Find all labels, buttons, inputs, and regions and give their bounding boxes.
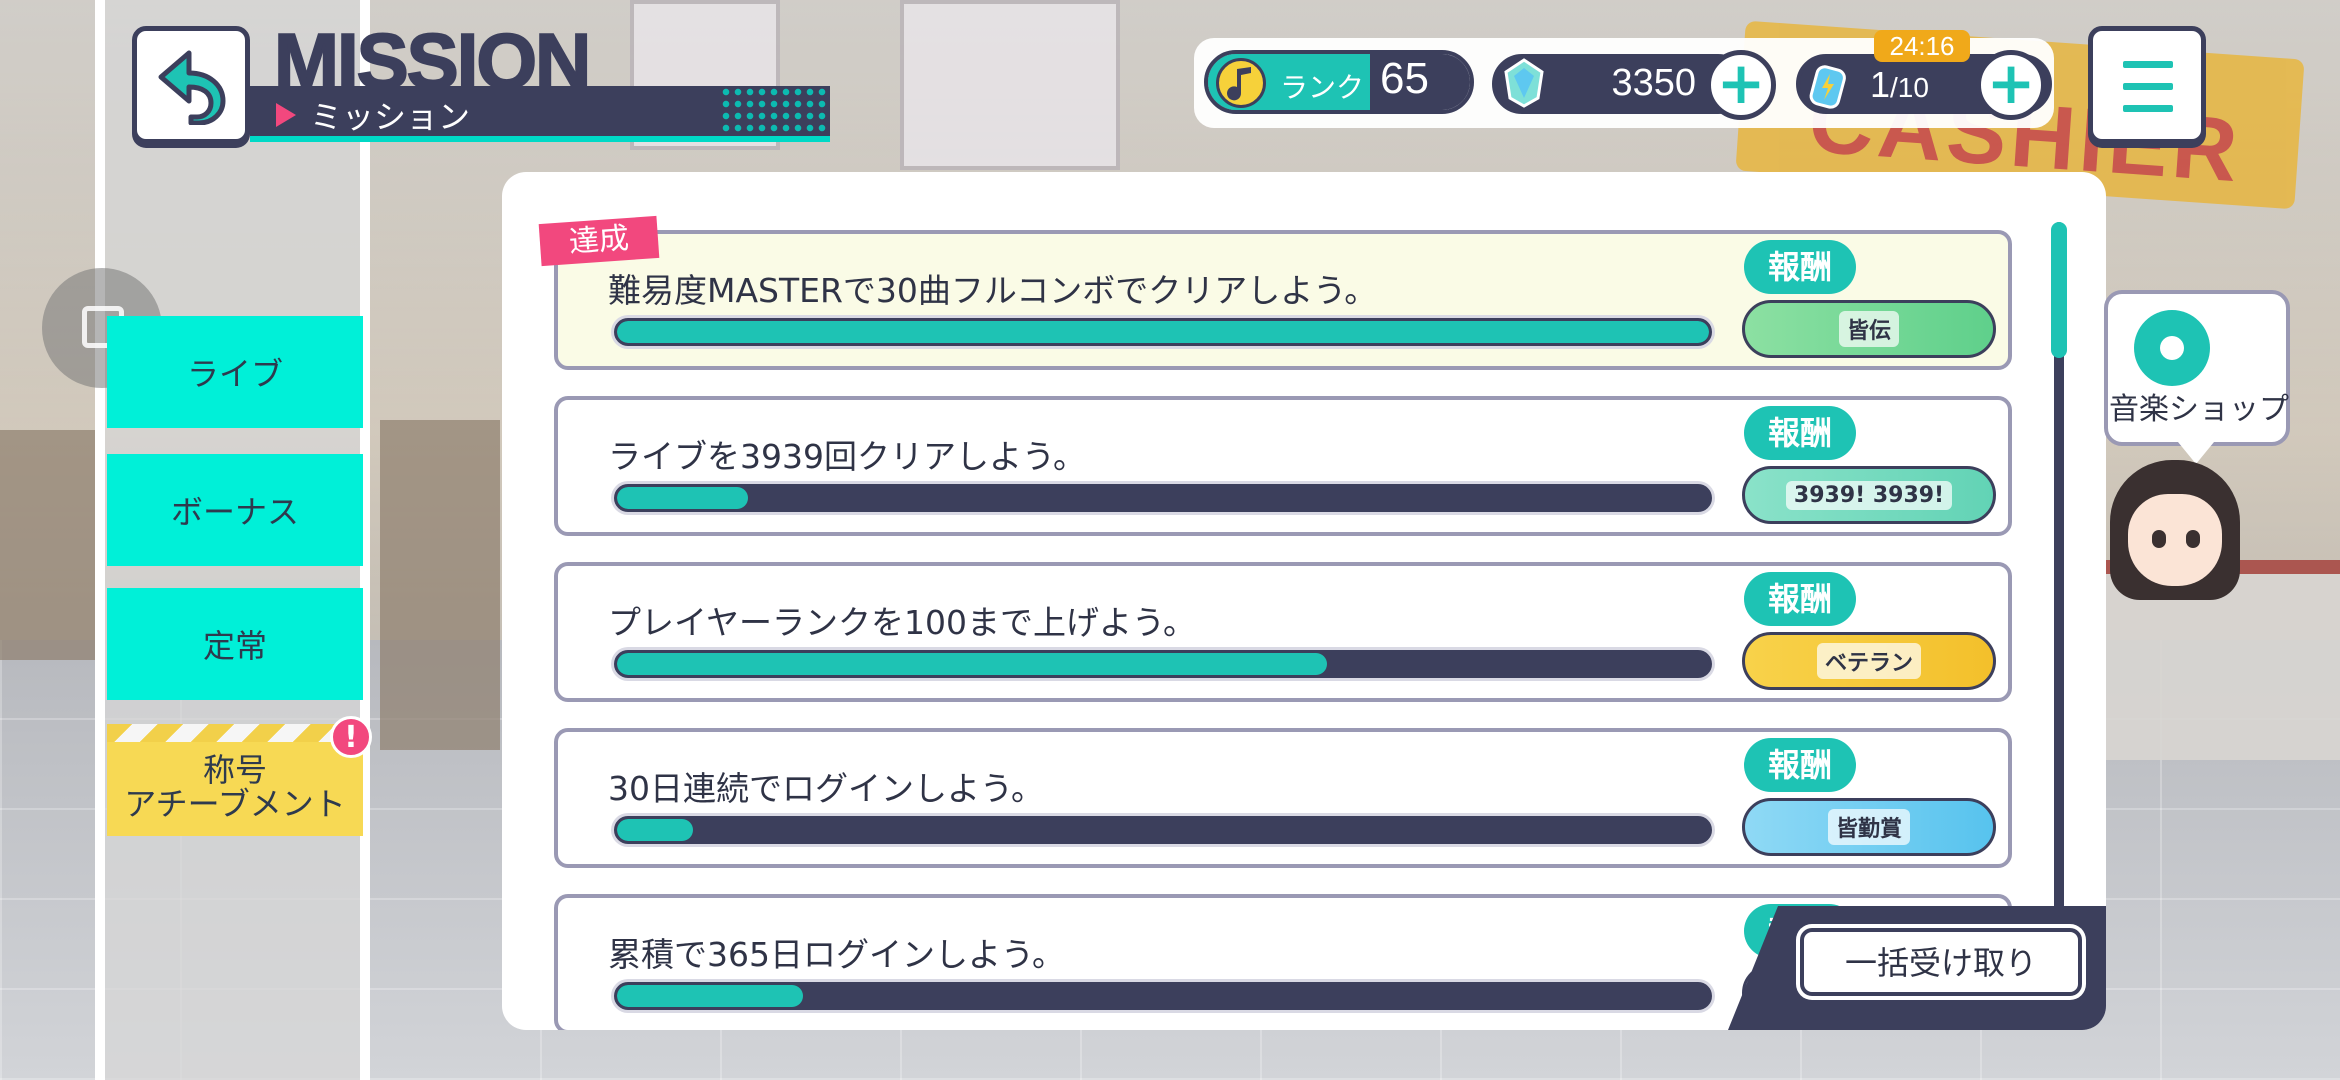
mission-progress-fill [617,985,803,1007]
shop-character [2110,460,2240,610]
mission-card[interactable]: 30日連続でログインしよう。 報酬 皆勤賞 [554,728,2012,868]
mission-progress-fill [617,487,749,509]
background-shelf [380,420,500,750]
reward-label: 報酬 [1744,240,1856,294]
reward-title-text: 皆勤賞 [1827,809,1910,845]
music-disc-icon [2134,310,2210,386]
completed-tag: 達成 [538,215,660,267]
tab-achievement[interactable]: 称号 アチーブメント [107,724,363,836]
gem-icon [1504,58,1544,108]
reward-label: 報酬 [1744,738,1856,792]
energy-timer: 24:16 [1874,30,1970,62]
mission-text: ライブを3939回クリアしよう。 [608,437,1087,476]
tab-live[interactable]: ライブ [107,316,363,428]
gem-count: 3350 [1611,62,1696,104]
mission-progress-bar [614,816,1712,844]
mission-progress-fill [617,653,1327,675]
triangle-icon [276,103,296,127]
mission-text: 難易度MASTERで30曲フルコンボでクリアしよう。 [608,271,1378,310]
mission-text: 30日連続でログインしよう。 [608,769,1045,808]
tab-label: ボーナス [170,493,299,531]
reward-title-plate[interactable]: ベテラン [1742,632,1996,690]
mission-progress-bar [614,484,1712,512]
reward-title-text: ベテラン [1816,643,1921,679]
mission-progress-fill [617,819,694,841]
rank-label: ランク [1280,71,1365,104]
background-poster [900,0,1120,170]
mission-progress-fill [617,321,1709,343]
reward-label: 報酬 [1744,406,1856,460]
energy-bottle-icon [1809,65,1846,109]
reward-title-plate[interactable]: 皆勤賞 [1742,798,1996,856]
music-note-icon [1216,58,1266,108]
energy-current: 1 [1870,64,1891,105]
page-subtitle: ミッション [276,92,470,138]
menu-button[interactable] [2088,26,2206,144]
mission-progress-bar [614,982,1712,1010]
reward-title-plate[interactable]: 皆伝 [1742,300,1996,358]
back-arrow-icon [158,50,226,125]
reward-title-text: 3939! 3939! [1785,480,1953,510]
mission-panel: 難易度MASTERで30曲フルコンボでクリアしよう。 報酬 皆伝 ライブを393… [502,172,2106,1030]
background-shelf [0,430,100,660]
tab-label-line2: アチーブメント [124,785,346,823]
add-gems-button[interactable]: + [1706,50,1776,120]
tab-bonus[interactable]: ボーナス [107,454,363,566]
mission-progress-bar [614,650,1712,678]
mission-card[interactable]: 難易度MASTERで30曲フルコンボでクリアしよう。 報酬 皆伝 [554,230,2012,370]
energy-count: 1/10 [1870,64,1929,106]
tab-label-line1: 称号 [202,751,267,789]
page-subtitle-text: ミッション [310,98,471,136]
scrollbar-thumb[interactable] [2051,222,2067,358]
add-energy-button[interactable]: + [1976,50,2046,120]
mission-text: プレイヤーランクを100まで上げよう。 [608,603,1197,642]
reward-title-plate[interactable]: 3939! 3939! [1742,466,1996,524]
mission-card[interactable]: ライブを3939回クリアしよう。 報酬 3939! 3939! [554,396,2012,536]
reward-label: 報酬 [1744,572,1856,626]
mission-progress-bar [614,318,1712,346]
mission-text: 累積で365日ログインしよう。 [608,935,1066,974]
tab-label: 定常 [202,627,267,665]
music-shop-label: 音楽ショップ [2109,392,2289,427]
claim-all-button[interactable]: 一括受け取り [1800,928,2082,996]
rank-value: 65 [1380,54,1429,103]
reward-title-text: 皆伝 [1838,311,1899,347]
tab-label: ライブ [186,355,283,393]
mission-card[interactable]: プレイヤーランクを100まで上げよう。 報酬 ベテラン [554,562,2012,702]
alert-badge: ! [330,716,372,758]
back-button[interactable] [132,26,250,144]
energy-max: /10 [1890,72,1929,103]
tab-regular[interactable]: 定常 [107,588,363,700]
